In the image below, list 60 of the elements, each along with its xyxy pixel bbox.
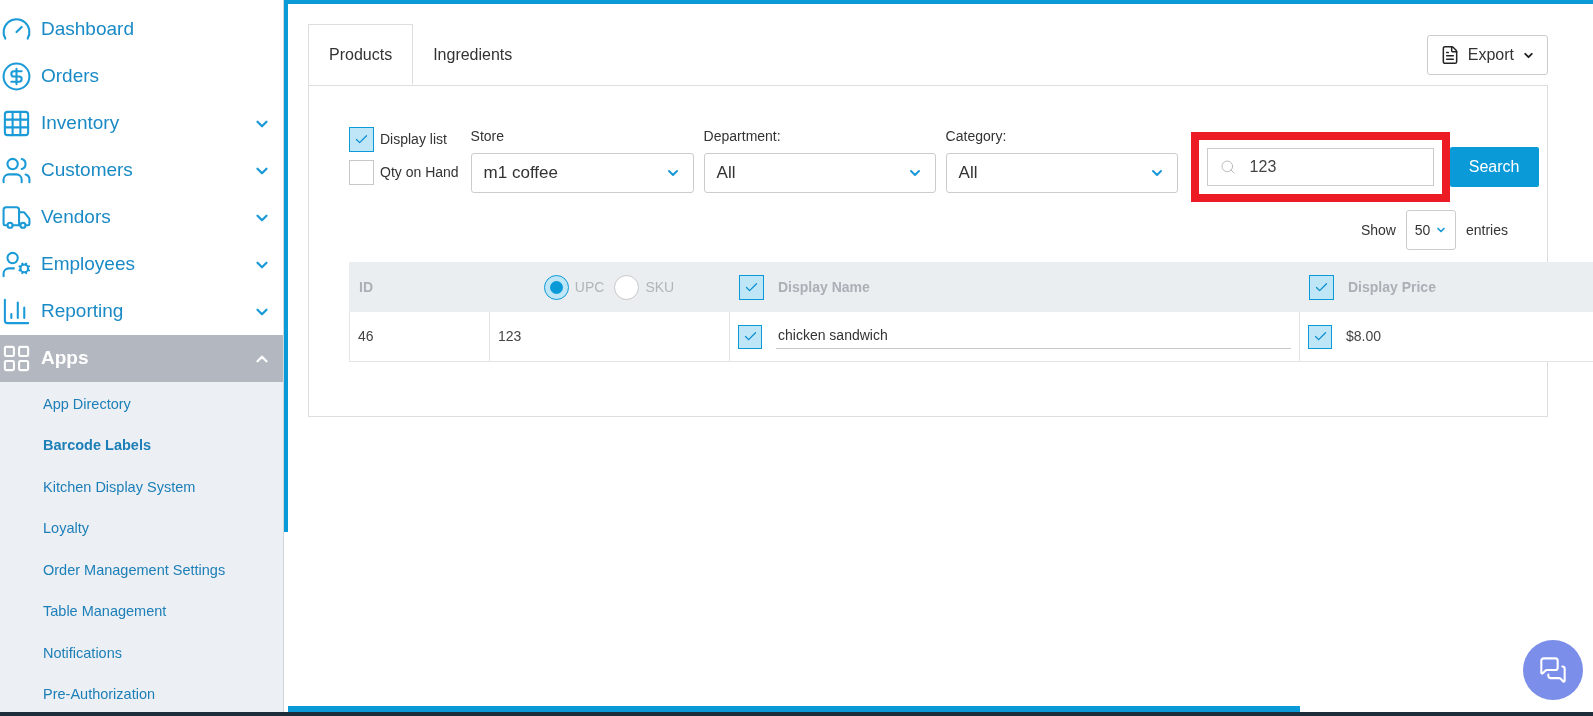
radio-button[interactable] [614,274,640,300]
submenu-item[interactable]: Notifications [0,633,283,675]
table-cell-text: 46 [358,327,374,346]
submenu-item[interactable]: Order Management Settings [0,550,283,592]
table-cell-text: $8.00 [1346,327,1382,346]
sidebar-item[interactable]: Apps [0,335,283,382]
chart-icon [1,296,32,327]
sidebar-item[interactable]: Vendors [0,194,283,241]
select-field[interactable]: All [703,153,936,193]
sidebar-item[interactable]: Employees [0,241,283,288]
entries-select[interactable]: 50 [1405,210,1456,250]
search-icon [1219,159,1236,175]
submenu-item[interactable]: Kitchen Display System [0,467,283,509]
submenu-item[interactable]: Loyalty [0,508,283,550]
checkbox[interactable] [739,274,764,300]
tab[interactable]: Ingredients [413,24,533,85]
scrollbar-thumb[interactable] [284,0,288,532]
sidebar-item[interactable]: Customers [0,147,283,194]
scrollbar-thumb[interactable] [288,706,1300,712]
checkbox[interactable] [349,160,374,185]
chat-icon [1539,656,1567,684]
checkbox-label: Display list [380,130,447,149]
sidebar-item[interactable]: Inventory [0,100,283,147]
search-button[interactable]: Search [1449,147,1539,187]
checkbox[interactable] [1309,274,1334,300]
people-icon [1,155,32,186]
export-button[interactable]: Export [1426,35,1548,75]
person-icon [1,249,32,280]
submenu-item[interactable]: Table Management [0,591,283,633]
chat-button[interactable] [1523,640,1583,700]
search-field[interactable]: 123 [1206,148,1434,186]
table-cell-text: 123 [498,327,522,346]
entries-label: entries [1465,220,1508,240]
select-field[interactable]: m1 coffee [470,153,694,193]
submenu-item[interactable]: App Directory [0,384,283,426]
column-header: Display Price [1348,277,1436,297]
dollar-icon [1,61,32,92]
checkbox[interactable] [1308,324,1332,349]
select-field[interactable]: All [945,153,1178,193]
field-label: Department: [703,127,782,146]
radio-label: UPC [574,277,605,297]
radio-label: SKU [645,277,675,297]
submenu-item[interactable]: Pre-Authorization [0,674,283,712]
checkbox[interactable] [738,324,762,349]
sidebar-item[interactable]: Orders [0,53,283,100]
field-label: Category: [945,127,1008,146]
radio-button[interactable] [543,274,569,300]
name-input-field[interactable]: chicken sandwich [776,324,1291,349]
sidebar-item[interactable]: Reporting [0,288,283,335]
checkbox[interactable] [349,127,374,152]
sidebar-item[interactable]: Dashboard [0,6,283,53]
column-header: Display Name [778,277,870,297]
grid-icon [1,108,32,139]
tab[interactable]: Products [308,24,414,85]
column-header: ID [359,277,373,297]
submenu-item[interactable]: Barcode Labels [0,425,283,467]
field-label: Store [470,127,506,146]
squares-icon [1,343,32,374]
checkbox-label: Qty on Hand [380,163,459,182]
show-label: Show [1360,220,1396,240]
